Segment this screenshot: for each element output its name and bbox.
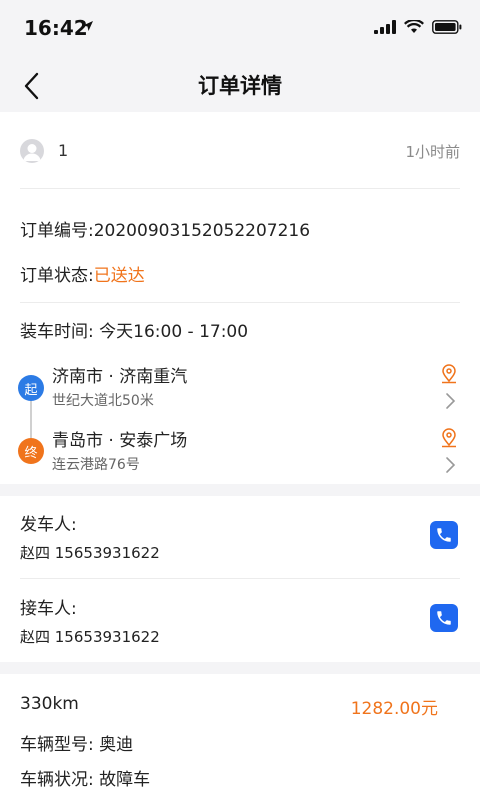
page-title: 订单详情 [198, 74, 282, 98]
chevron-right-icon[interactable] [444, 392, 456, 410]
end-badge: 终 [18, 438, 44, 464]
start-badge: 起 [18, 375, 44, 401]
load-time-label: 装车时间: [20, 322, 94, 342]
phone-icon [437, 528, 451, 542]
receiver-label: 接车人: [20, 599, 77, 619]
start-address: 世纪大道北50米 [52, 393, 154, 409]
order-info-card: 1 1小时前 订单编号:20200903152052207216 订单状态:已送… [0, 112, 480, 484]
load-time: 今天16:00 - 17:00 [99, 322, 249, 342]
location-arrow-icon [83, 21, 93, 31]
order-status-row: 订单状态:已送达 [20, 261, 145, 286]
signal-icon [374, 20, 396, 34]
order-number: 20200903152052207216 [93, 221, 311, 241]
start-location[interactable]: 济南市 · 济南重汽 [52, 362, 187, 387]
battery-icon [432, 20, 462, 34]
price: 1282.00元 [350, 699, 438, 719]
chevron-right-icon[interactable] [444, 456, 456, 474]
order-number-row: 订单编号:20200903152052207216 [20, 216, 310, 241]
nav-bar: 订单详情 [0, 60, 480, 112]
status-bar: 16:42 [0, 0, 480, 60]
call-receiver-button[interactable] [430, 604, 458, 632]
wifi-icon [404, 20, 424, 33]
call-sender-button[interactable] [430, 521, 458, 549]
phone-icon [437, 611, 451, 625]
vehicle-condition-row: 车辆状况: 故障车 [20, 765, 150, 790]
user-row: 1 1小时前 [20, 138, 460, 164]
sender-row: 发车人: 赵四 15653931622 [20, 510, 460, 570]
vehicle-model-row: 车辆型号: 奥迪 [20, 730, 133, 755]
order-number-label: 订单编号: [20, 221, 94, 241]
map-pin-icon[interactable] [440, 364, 458, 384]
vehicle-condition: 故障车 [99, 770, 151, 790]
route: 起 济南市 · 济南重汽 世纪大道北50米 终 青岛市 · 安泰广场 连云港路7… [18, 362, 462, 478]
load-time-row: 装车时间: 今天16:00 - 17:00 [20, 317, 248, 342]
receiver-info: 赵四 15653931622 [20, 628, 160, 646]
time-ago: 1小时前 [405, 143, 460, 161]
sender-label: 发车人: [20, 515, 77, 535]
vehicle-model: 奥迪 [99, 735, 134, 755]
map-pin-icon[interactable] [440, 428, 458, 448]
receiver-row: 接车人: 赵四 15653931622 [20, 594, 460, 654]
vehicle-condition-label: 车辆状况: [20, 770, 94, 790]
distance: 330km [20, 694, 79, 714]
contacts-card: 发车人: 赵四 15653931622 接车人: 赵四 15653931622 [0, 496, 480, 662]
divider [20, 302, 460, 303]
status-time: 16:42 [24, 16, 88, 40]
avatar [20, 139, 44, 163]
sender-info: 赵四 15653931622 [20, 544, 160, 562]
status-icons [374, 20, 462, 34]
user-name: 1 [58, 141, 69, 160]
vehicle-model-label: 车辆型号: [20, 735, 94, 755]
divider [20, 188, 460, 189]
user-icon [23, 144, 41, 161]
end-address: 连云港路76号 [52, 457, 140, 473]
order-status-label: 订单状态: [20, 266, 94, 286]
divider [20, 578, 460, 579]
order-status: 已送达 [93, 266, 145, 286]
end-location[interactable]: 青岛市 · 安泰广场 [52, 426, 187, 451]
vehicle-summary-card: 330km 1282.00元 车辆型号: 奥迪 车辆状况: 故障车 [0, 674, 480, 800]
